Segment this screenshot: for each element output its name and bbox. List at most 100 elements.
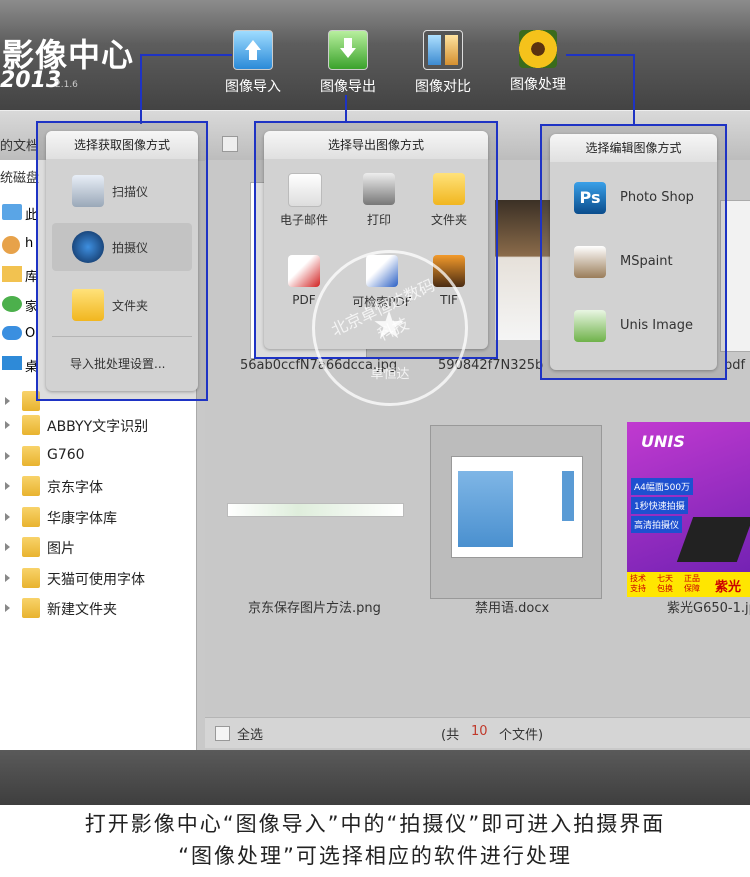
thumbnail-3-caption: pdf — [724, 358, 746, 373]
camera-icon — [72, 231, 104, 263]
import-label: 图像导入 — [225, 79, 281, 95]
tree-item-pictures[interactable]: 图片 — [0, 534, 196, 562]
export-folder-option[interactable]: 文件夹 — [419, 173, 479, 233]
photoshop-option[interactable]: Ps Photo Shop — [560, 178, 710, 222]
thumbnail-5-caption: 禁用语.docx — [475, 601, 550, 616]
tree-item-abbyy[interactable]: ABBYY文字识别 — [0, 412, 196, 440]
printer-icon — [363, 173, 395, 205]
onedrive-icon — [2, 326, 22, 340]
caption-line-1: 打开影像中心“图像导入”中的“拍摄仪”即可进入拍摄界面 — [84, 812, 666, 836]
process-label: 图像处理 — [510, 77, 566, 93]
tree-item-g760[interactable]: G760 — [0, 443, 196, 471]
tree-item-jd-font[interactable]: 京东字体 — [0, 473, 196, 501]
promo-tag-2a: 七天 — [657, 574, 673, 583]
import-popup-panel: 选择获取图像方式 扫描仪 拍摄仪 文件夹 导入批处理设置... — [46, 131, 198, 391]
folder-option[interactable]: 文件夹 — [52, 281, 192, 329]
count-suffix: 个文件) — [499, 728, 544, 743]
caption: 打开影像中心“图像导入”中的“拍摄仪”即可进入拍摄界面 “图像处理”可选择相应的… — [0, 808, 750, 872]
tree-item-tmall-font[interactable]: 天猫可使用字体 — [0, 565, 196, 593]
user-icon — [2, 236, 20, 254]
expand-arrow-icon[interactable] — [5, 397, 10, 405]
copy-icon[interactable] — [222, 136, 238, 152]
promo-tag-3b: 保障 — [684, 584, 700, 593]
tree-item-huakang[interactable]: 华康字体库 — [0, 504, 196, 532]
expand-arrow-icon[interactable] — [5, 543, 10, 551]
app-window: 影像中心 2013 2.1.6 图像导入 图像导出 图像对比 图像处理 的文档 … — [0, 0, 750, 805]
select-all-label[interactable]: 全选 — [237, 724, 263, 743]
camera-option[interactable]: 拍摄仪 — [52, 223, 192, 271]
photoshop-label: Photo Shop — [620, 190, 694, 205]
tree-item-label: G760 — [47, 447, 85, 463]
expand-arrow-icon[interactable] — [5, 574, 10, 582]
expand-arrow-icon[interactable] — [5, 452, 10, 460]
tree-item-label: 华康字体库 — [47, 511, 117, 527]
scanner-label: 扫描仪 — [112, 185, 149, 199]
thumbnail-6[interactable]: UNIS A4幅面500万 1秒快速拍摄 高清拍摄仪 技术 支持 七天 包换 正品保… — [627, 422, 750, 597]
photoshop-icon: Ps — [574, 182, 606, 214]
star-icon: ★ — [372, 303, 407, 347]
folder-icon — [22, 476, 40, 496]
promo-tag-1a: 技术 — [630, 574, 646, 583]
batch-settings-link[interactable]: 导入批处理设置... — [70, 355, 165, 372]
thumbnail-5 — [451, 456, 583, 558]
promo-tag-3a: 正品 — [684, 574, 700, 583]
mspaint-label: MSpaint — [620, 254, 673, 269]
mail-icon — [288, 173, 322, 207]
watermark-center: 卓恒达 — [370, 367, 410, 382]
bottom-bar — [0, 750, 750, 805]
splitter-handle[interactable] — [197, 410, 203, 450]
file-count: 10 — [471, 724, 488, 739]
promo-tag-4: 紫光 — [715, 580, 742, 595]
homegroup-icon — [2, 296, 22, 312]
unis-image-label: Unis Image — [620, 318, 693, 333]
this-pc-icon — [2, 204, 22, 220]
expand-arrow-icon[interactable] — [5, 513, 10, 521]
expand-arrow-icon[interactable] — [5, 604, 10, 612]
compare-icon — [423, 30, 463, 70]
pdf-icon — [288, 255, 320, 287]
promo-line-1: A4幅面500万 — [631, 478, 694, 495]
count-prefix: (共 — [441, 728, 460, 743]
process-popup-title: 选择编辑图像方式 — [550, 134, 717, 162]
unis-image-option[interactable]: Unis Image — [560, 306, 710, 350]
promo-line-2: 1秒快速拍摄 — [631, 497, 688, 514]
disk-label: 统磁盘 — [0, 171, 40, 186]
expand-arrow-icon[interactable] — [5, 421, 10, 429]
export-icon — [328, 30, 368, 70]
tree-item-label: ABBYY文字识别 — [47, 419, 149, 435]
connector-line — [345, 95, 347, 123]
divider — [52, 336, 192, 337]
folder-icon — [72, 289, 104, 321]
promo-line-3: 高清拍摄仪 — [631, 516, 683, 533]
unis-image-icon — [574, 310, 606, 342]
scanner-icon — [72, 175, 104, 207]
library-icon — [2, 266, 22, 282]
export-label: 图像导出 — [320, 79, 376, 95]
print-option[interactable]: 打印 — [349, 173, 409, 233]
app-version: 2.1.6 — [55, 80, 78, 90]
thumbnail-4[interactable] — [227, 503, 404, 517]
scanner-option[interactable]: 扫描仪 — [52, 167, 192, 215]
user-label[interactable]: h — [25, 236, 33, 251]
process-button[interactable]: 图像处理 — [498, 30, 578, 94]
process-popup: 选择编辑图像方式 Ps Photo Shop MSpaint Unis Imag… — [540, 124, 727, 380]
import-icon — [233, 30, 273, 70]
import-button[interactable]: 图像导入 — [213, 30, 293, 96]
folder-icon — [22, 568, 40, 588]
folder-label: 文件夹 — [112, 299, 149, 313]
mail-option[interactable]: 电子邮件 — [274, 173, 334, 233]
mspaint-option[interactable]: MSpaint — [560, 242, 710, 286]
promo-tag-2b: 包换 — [657, 584, 673, 593]
compare-label: 图像对比 — [415, 79, 471, 95]
desktop-icon — [2, 356, 22, 370]
connector-line — [566, 54, 634, 56]
expand-arrow-icon[interactable] — [5, 482, 10, 490]
compare-button[interactable]: 图像对比 — [403, 30, 483, 96]
thumbnail-5-frame[interactable] — [430, 425, 602, 599]
onedrive-label[interactable]: O — [25, 326, 35, 341]
tree-item-new-folder[interactable]: 新建文件夹 — [0, 595, 196, 623]
thumbnail-4-caption: 京东保存图片方法.png — [248, 601, 381, 616]
select-all-checkbox[interactable] — [215, 726, 230, 741]
tree-item-label: 京东字体 — [47, 480, 103, 496]
export-button[interactable]: 图像导出 — [308, 30, 388, 96]
